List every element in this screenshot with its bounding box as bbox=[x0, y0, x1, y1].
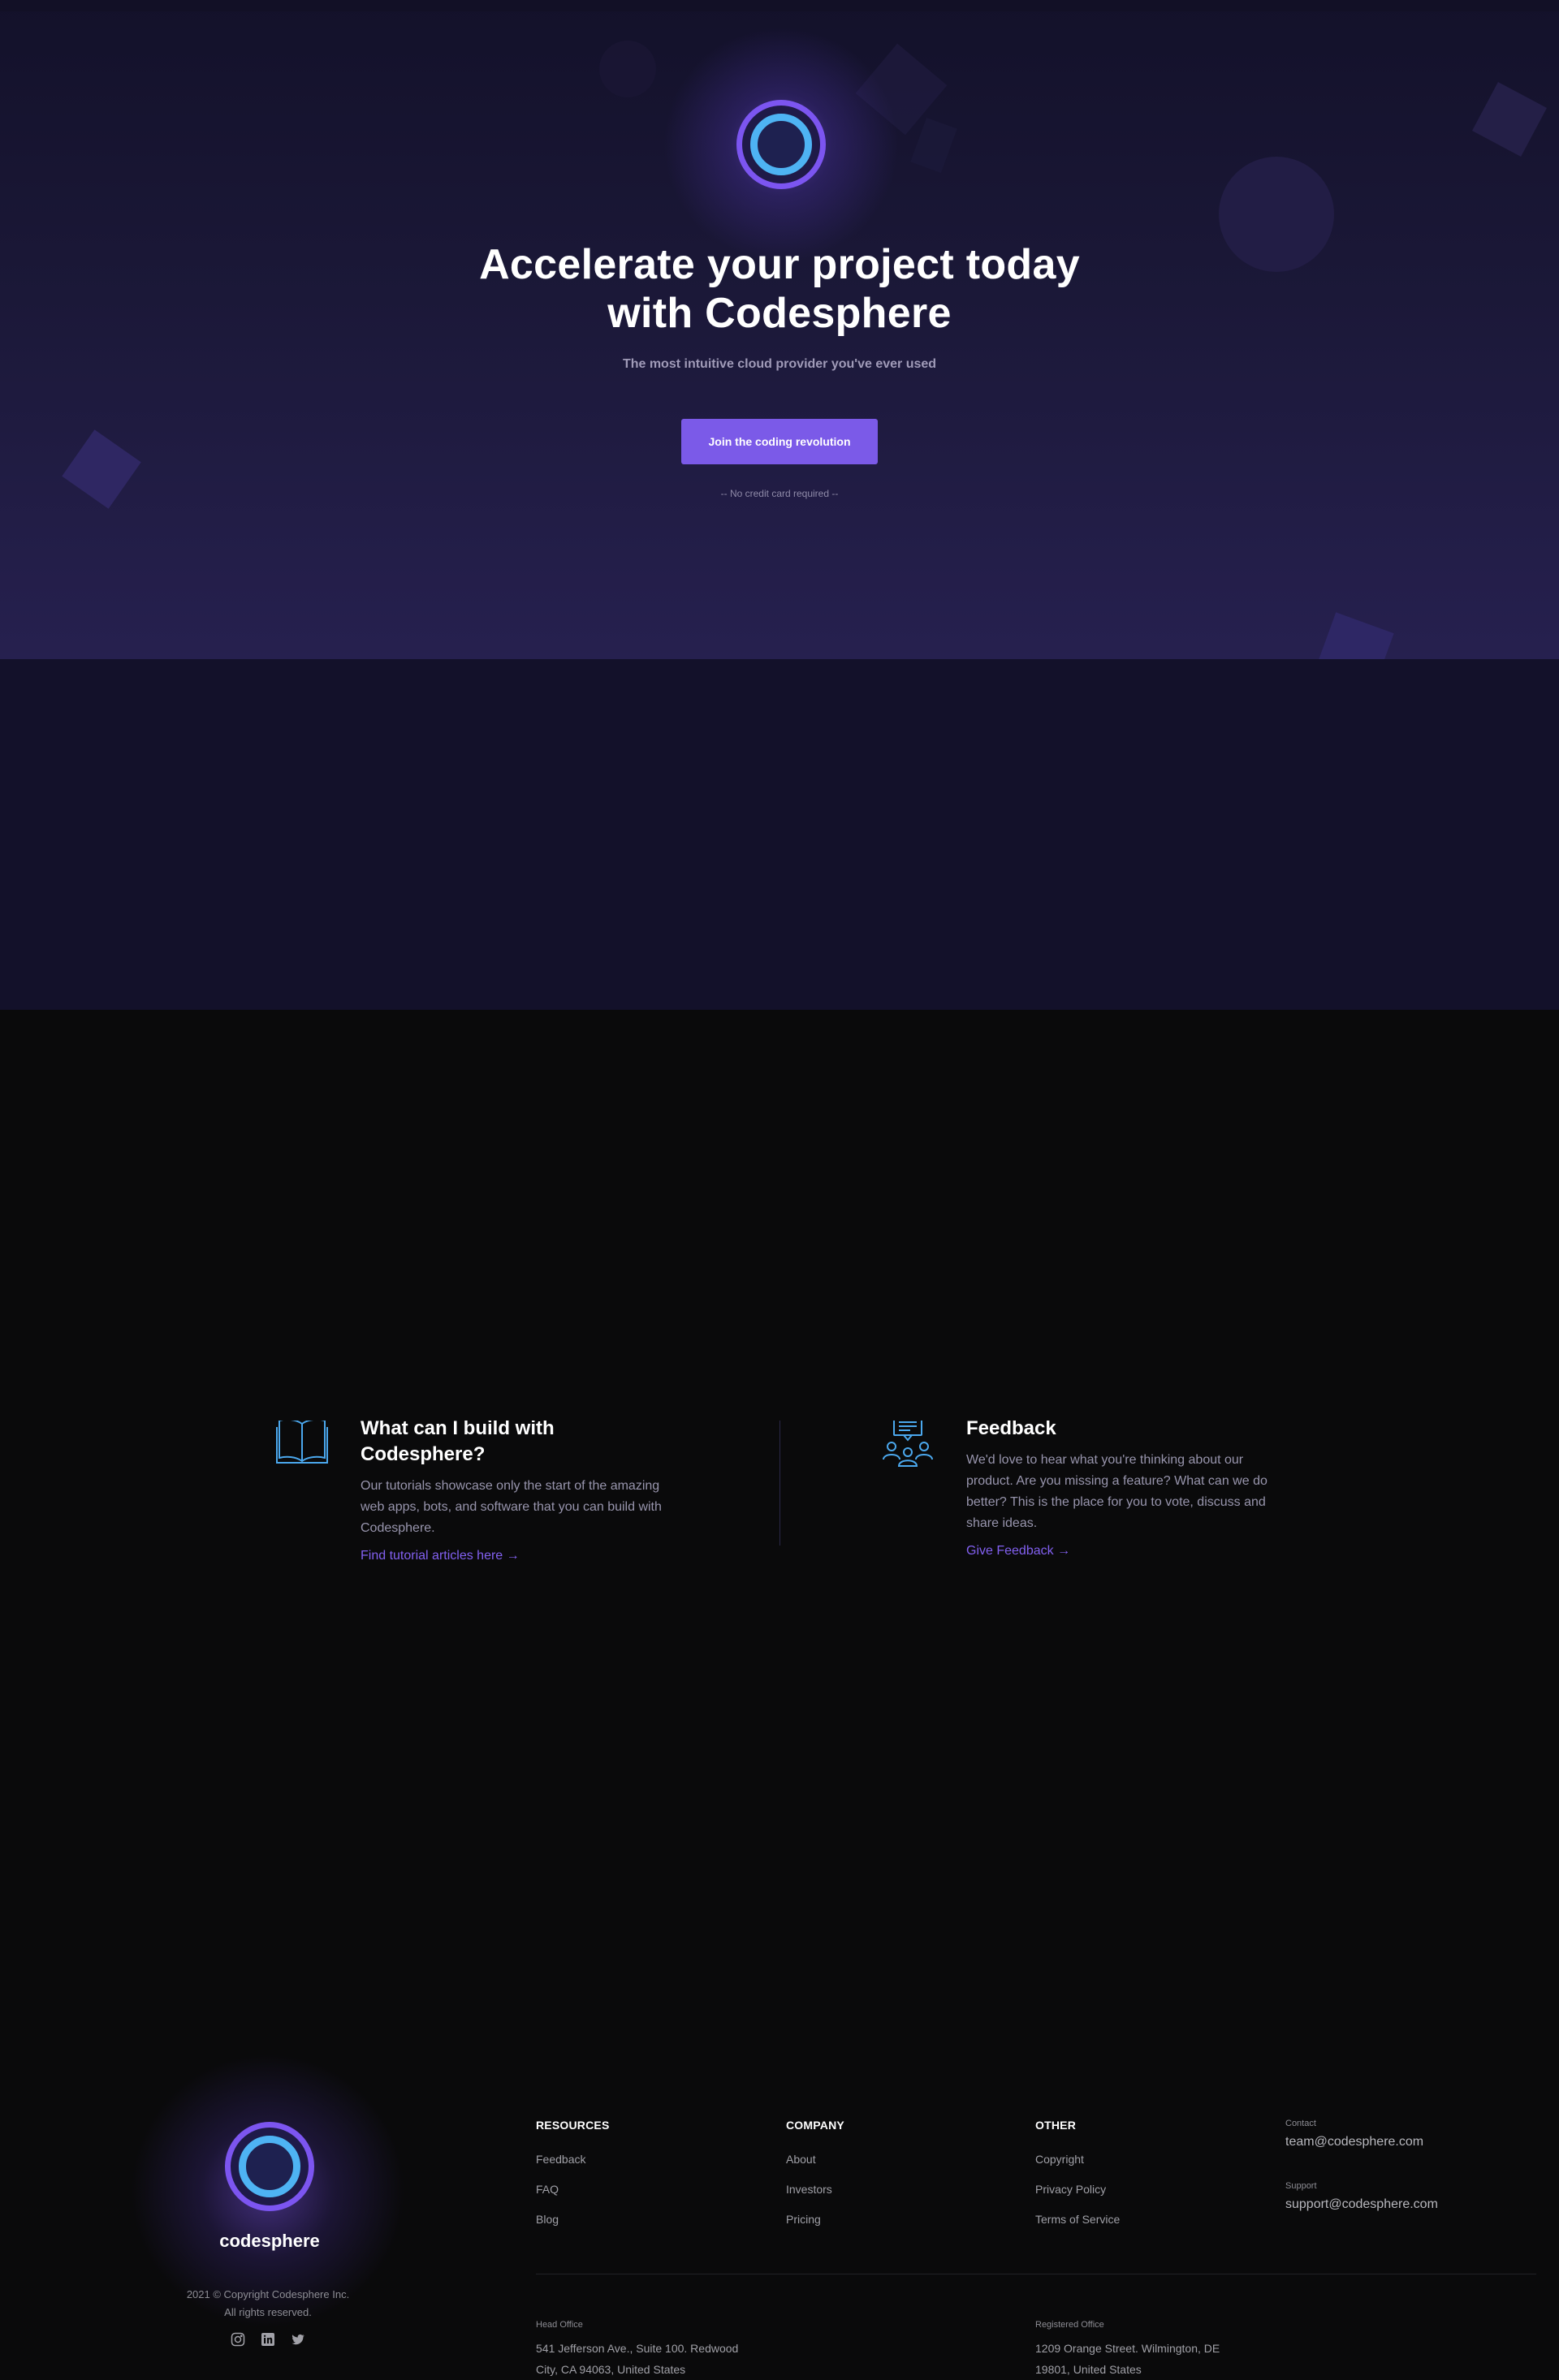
hero-title-line-2: with Codesphere bbox=[607, 290, 952, 337]
head-office-label: Head Office bbox=[536, 2320, 583, 2330]
feature-feedback: Feedback We'd love to hear what you're t… bbox=[883, 1415, 1291, 1559]
copyright: 2021 © Copyright Codesphere Inc. All rig… bbox=[186, 2288, 350, 2318]
registered-office-label: Registered Office bbox=[1035, 2320, 1104, 2330]
hero-section: Accelerate your project today with Codes… bbox=[0, 0, 1559, 659]
footer-column-other: OTHER Copyright Privacy Policy Terms of … bbox=[1035, 2119, 1120, 2235]
feature-build-description: Our tutorials showcase only the start of… bbox=[361, 1479, 662, 1535]
footer-link-pricing[interactable]: Pricing bbox=[786, 2205, 844, 2235]
registered-office: Registered Office 1209 Orange Street. Wi… bbox=[1035, 2320, 1279, 2380]
linkedin-icon[interactable] bbox=[261, 2332, 277, 2348]
contact-block: Contact team@codesphere.com bbox=[1285, 2119, 1423, 2149]
footer-column-resources: RESOURCES Feedback FAQ Blog bbox=[536, 2119, 609, 2235]
column-heading: OTHER bbox=[1035, 2119, 1076, 2132]
hero-title-line-1: Accelerate your project today bbox=[479, 241, 1080, 288]
feature-feedback-description: We'd love to hear what you're thinking a… bbox=[966, 1453, 1267, 1530]
hero-top-bar bbox=[0, 0, 1559, 11]
footer-link-about[interactable]: About bbox=[786, 2145, 844, 2175]
instagram-icon[interactable] bbox=[231, 2332, 247, 2348]
footer-link-blog[interactable]: Blog bbox=[536, 2205, 609, 2235]
twitter-icon[interactable] bbox=[291, 2332, 307, 2348]
footer-link-faq[interactable]: FAQ bbox=[536, 2175, 609, 2205]
footer-link-privacy[interactable]: Privacy Policy bbox=[1035, 2175, 1120, 2205]
give-feedback-link[interactable]: Give Feedback → bbox=[966, 1544, 1070, 1559]
community-feedback-icon bbox=[881, 1414, 935, 1472]
footer-link-copyright[interactable]: Copyright bbox=[1035, 2145, 1120, 2175]
registered-office-address: 1209 Orange Street. Wilmington, DE 19801… bbox=[1035, 2342, 1220, 2376]
arrow-right-icon: → bbox=[1057, 1544, 1071, 1558]
book-icon bbox=[276, 1416, 328, 1468]
feature-build-title: What can I build with Codesphere? bbox=[361, 1417, 555, 1465]
footer-link-investors[interactable]: Investors bbox=[786, 2175, 844, 2205]
codesphere-logo-icon[interactable] bbox=[225, 2122, 314, 2211]
footer: codesphere 2021 © Copyright Codesphere I… bbox=[0, 1010, 1559, 2376]
features-section: What can I build with Codesphere? Our tu… bbox=[0, 659, 1559, 1563]
hero-subtitle: The most intuitive cloud provider you've… bbox=[622, 357, 937, 371]
contact-email[interactable]: team@codesphere.com bbox=[1285, 2135, 1423, 2149]
no-credit-card-note: -- No credit card required -- bbox=[720, 488, 839, 499]
column-heading: COMPANY bbox=[786, 2119, 844, 2132]
tutorial-articles-link[interactable]: Find tutorial articles here → bbox=[361, 1549, 520, 1563]
footer-link-feedback[interactable]: Feedback bbox=[536, 2145, 609, 2175]
hero-title: Accelerate your project today with Codes… bbox=[0, 240, 1559, 338]
head-office-address: 541 Jefferson Ave., Suite 100. Redwood C… bbox=[536, 2342, 739, 2376]
codesphere-logo-icon bbox=[736, 100, 826, 189]
support-block: Support support@codesphere.com bbox=[1285, 2181, 1438, 2212]
footer-column-company: COMPANY About Investors Pricing bbox=[786, 2119, 844, 2235]
support-email[interactable]: support@codesphere.com bbox=[1285, 2197, 1438, 2212]
footer-link-terms[interactable]: Terms of Service bbox=[1035, 2205, 1120, 2235]
column-heading: RESOURCES bbox=[536, 2119, 610, 2132]
decor-square bbox=[1315, 612, 1394, 659]
join-button[interactable]: Join the coding revolution bbox=[681, 419, 878, 464]
arrow-right-icon: → bbox=[506, 1549, 520, 1563]
brand-name: codesphere bbox=[219, 2231, 320, 2251]
decor-square bbox=[910, 117, 957, 174]
contact-label: Contact bbox=[1285, 2119, 1316, 2128]
decor-circle bbox=[599, 41, 656, 97]
feature-build: What can I build with Codesphere? Our tu… bbox=[276, 1416, 669, 1563]
head-office: Head Office 541 Jefferson Ave., Suite 10… bbox=[536, 2320, 780, 2380]
decor-square bbox=[1472, 82, 1547, 157]
support-label: Support bbox=[1285, 2181, 1317, 2191]
